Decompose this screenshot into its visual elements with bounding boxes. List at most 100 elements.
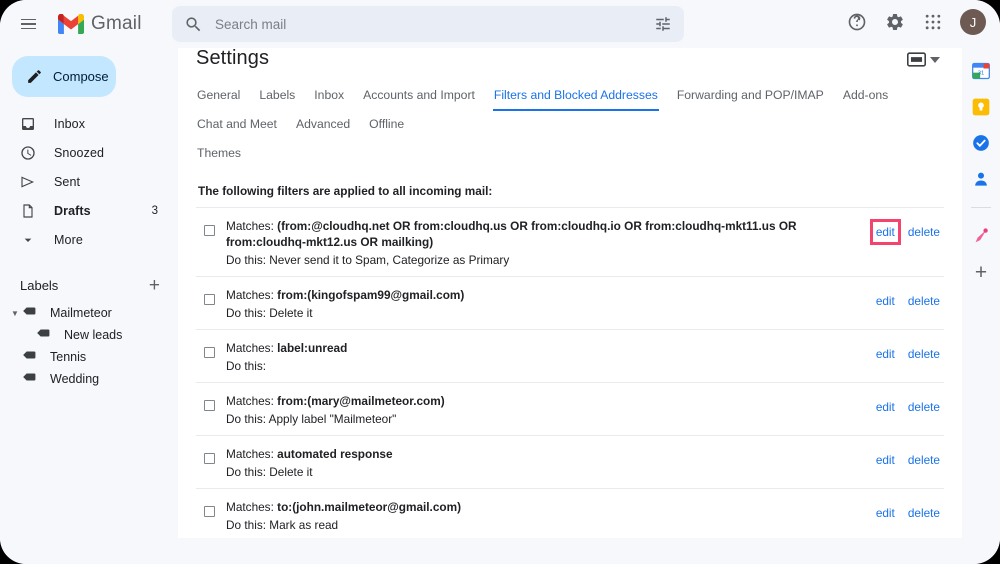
filter-action-line: Do this: Never send it to Spam, Categori…	[226, 252, 876, 268]
filter-match-line: Matches: (from:@cloudhq.net OR from:clou…	[226, 218, 876, 250]
filter-match-line: Matches: from:(kingofspam99@gmail.com)	[226, 287, 876, 303]
tab-labels[interactable]: Labels	[258, 82, 296, 111]
sidebar: Compose Inbox Snoozed Sent Drafts 3 More…	[0, 48, 176, 564]
match-value: from:(kingofspam99@gmail.com)	[277, 288, 465, 302]
filter-match-line: Matches: from:(mary@mailmeteor.com)	[226, 393, 876, 409]
gmail-window: Gmail Search mail J Compose Inbox Snooze…	[0, 0, 1000, 564]
inbox-icon	[20, 116, 37, 132]
table-row: Matches: label:unread Do this: edit dele…	[196, 329, 944, 382]
tab-offline[interactable]: Offline	[368, 111, 405, 140]
edit-filter-link[interactable]: edit	[876, 347, 895, 361]
table-row: Matches: from:(kingofspam99@gmail.com) D…	[196, 276, 944, 329]
sidebar-label-tennis[interactable]: Tennis	[0, 346, 176, 368]
tab-advanced[interactable]: Advanced	[295, 111, 351, 140]
expand-caret-icon[interactable]: ▼	[10, 309, 20, 318]
filter-action-line: Do this: Delete it	[226, 305, 876, 321]
add-label-icon[interactable]: +	[149, 276, 160, 295]
draft-icon	[20, 203, 37, 219]
filter-checkbox[interactable]	[204, 453, 215, 464]
sidebar-item-more[interactable]: More	[0, 225, 176, 254]
filters-heading: The following filters are applied to all…	[198, 184, 493, 198]
delete-filter-link[interactable]: delete	[908, 506, 940, 520]
action-value: Apply label "Mailmeteor"	[268, 412, 397, 426]
search-bar[interactable]	[172, 6, 684, 42]
edit-filter-link[interactable]: edit	[869, 219, 901, 245]
sidebar-item-drafts[interactable]: Drafts 3	[0, 196, 176, 225]
google-calendar-icon[interactable]: 31	[971, 61, 991, 81]
filter-checkbox[interactable]	[204, 225, 215, 236]
delete-filter-link[interactable]: delete	[908, 400, 940, 414]
settings-gear-icon[interactable]	[878, 5, 912, 39]
delete-filter-link[interactable]: delete	[908, 347, 940, 361]
tab-accounts-and-import[interactable]: Accounts and Import	[362, 82, 476, 111]
sidebar-item-inbox[interactable]: Inbox	[0, 109, 176, 138]
tab-filters-and-blocked-addresses[interactable]: Filters and Blocked Addresses	[492, 82, 659, 111]
edit-filter-link[interactable]: edit	[876, 400, 895, 414]
edit-filter-link[interactable]: edit	[876, 453, 895, 467]
display-density-button[interactable]	[907, 52, 940, 67]
filter-checkbox[interactable]	[204, 506, 215, 517]
filter-checkbox[interactable]	[204, 400, 215, 411]
svg-text:31: 31	[978, 70, 984, 76]
delete-filter-link[interactable]: delete	[908, 294, 940, 308]
add-app-icon[interactable]: +	[975, 262, 987, 283]
google-apps-icon[interactable]	[916, 5, 950, 39]
do-prefix: Do this:	[226, 306, 270, 320]
edit-filter-link[interactable]: edit	[876, 294, 895, 308]
avatar[interactable]: J	[960, 9, 986, 35]
main-menu-icon[interactable]	[8, 4, 48, 44]
tab-general[interactable]: General	[196, 82, 241, 111]
match-value: automated response	[277, 447, 393, 461]
google-tasks-icon[interactable]	[971, 133, 991, 153]
google-contacts-icon[interactable]	[971, 169, 991, 189]
sidebar-item-label: More	[54, 232, 83, 247]
edit-filter-link[interactable]: edit	[876, 506, 895, 520]
filter-checkbox[interactable]	[204, 347, 215, 358]
help-icon[interactable]	[840, 5, 874, 39]
filter-checkbox[interactable]	[204, 294, 215, 305]
match-value: to:(john.mailmeteor@gmail.com)	[277, 500, 462, 514]
sidebar-item-label: Sent	[54, 174, 81, 189]
sidebar-item-sent[interactable]: Sent	[0, 167, 176, 196]
filter-action-line: Do this:	[226, 358, 876, 374]
chevron-down-icon	[930, 56, 940, 63]
top-bar-actions: J	[840, 5, 986, 39]
action-value: Never send it to Spam, Categorize as Pri…	[269, 253, 510, 267]
sidebar-item-snoozed[interactable]: Snoozed	[0, 138, 176, 167]
tab-inbox[interactable]: Inbox	[313, 82, 345, 111]
match-value: from:(mary@mailmeteor.com)	[277, 394, 445, 408]
table-row: Matches: from:(mary@mailmeteor.com) Do t…	[196, 382, 944, 435]
sidebar-label-wedding[interactable]: Wedding	[0, 368, 176, 390]
tab-forwarding-and-pop-imap[interactable]: Forwarding and POP/IMAP	[676, 82, 825, 111]
top-bar: Gmail Search mail J	[0, 0, 1000, 48]
match-prefix: Matches:	[226, 447, 278, 461]
gmail-m-icon	[58, 14, 84, 34]
search-icon	[186, 16, 201, 31]
sidebar-label-new-leads[interactable]: New leads	[0, 324, 176, 346]
delete-filter-link[interactable]: delete	[908, 225, 940, 239]
search-input[interactable]	[213, 15, 654, 33]
tab-chat-and-meet[interactable]: Chat and Meet	[196, 111, 278, 140]
filter-actions: edit delete	[876, 506, 940, 520]
filter-text: Matches: (from:@cloudhq.net OR from:clou…	[226, 217, 876, 268]
action-value: Delete it	[269, 306, 313, 320]
filter-actions: edit delete	[876, 453, 940, 467]
tab-themes[interactable]: Themes	[196, 140, 242, 169]
google-keep-icon[interactable]	[971, 97, 991, 117]
tab-add-ons[interactable]: Add-ons	[842, 82, 889, 111]
chevron-down-icon	[20, 232, 37, 248]
delete-filter-link[interactable]: delete	[908, 453, 940, 467]
filter-match-line: Matches: automated response	[226, 446, 876, 462]
gmail-logo[interactable]: Gmail	[58, 13, 142, 35]
do-prefix: Do this:	[226, 465, 270, 479]
sidebar-label-mailmeteor[interactable]: ▼ Mailmeteor	[0, 302, 176, 324]
compose-button[interactable]: Compose	[12, 56, 116, 97]
do-prefix: Do this:	[226, 518, 270, 532]
search-options-icon[interactable]	[654, 15, 672, 33]
send-icon	[20, 174, 37, 190]
filter-action-line: Do this: Mark as read	[226, 517, 876, 533]
gmail-wordmark: Gmail	[91, 13, 142, 34]
sidebar-item-count: 3	[151, 204, 158, 217]
do-prefix: Do this:	[226, 412, 269, 426]
mailmeteor-addon-icon[interactable]	[971, 226, 991, 246]
